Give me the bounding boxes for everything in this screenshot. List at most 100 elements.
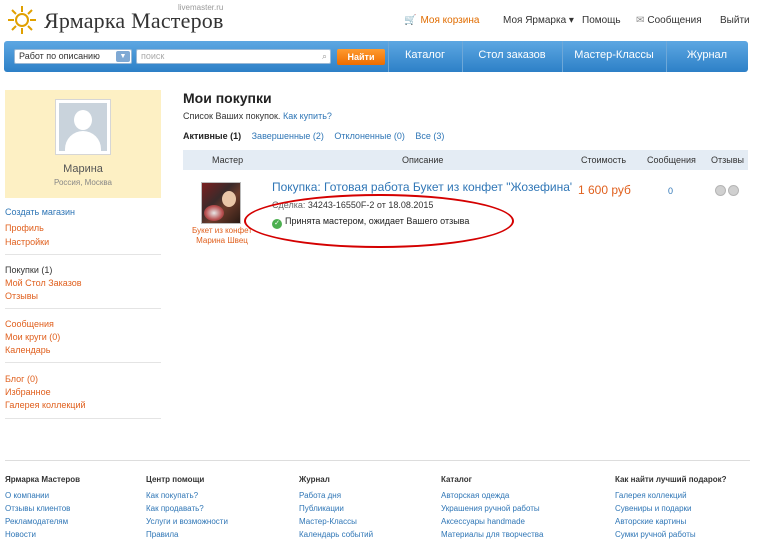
search-navbar: Работ по описанию ▼ поиск ⌕ Найти Каталог … xyxy=(4,41,748,72)
profile-card: Марина Россия, Москва xyxy=(5,90,161,198)
footer-link[interactable]: Публикации xyxy=(299,504,344,513)
sun-logo-icon[interactable] xyxy=(6,4,38,36)
chevron-down-icon: ▼ xyxy=(116,51,130,62)
avatar-body xyxy=(65,131,101,151)
caption-master: Марина Швец xyxy=(196,236,248,245)
sidebar-divider xyxy=(5,254,161,255)
footer-link[interactable]: Материалы для творчества xyxy=(441,530,543,539)
sidebar-item-blog[interactable]: Блог (0) xyxy=(5,374,38,384)
column-description: Описание xyxy=(402,155,444,165)
search-type-select[interactable]: Работ по описанию ▼ xyxy=(14,49,132,64)
footer-col-title: Ярмарка Мастеров xyxy=(5,475,81,484)
footer-col-title: Каталог xyxy=(441,475,472,484)
thumbnail-caption[interactable]: Букет из конфет Марина Швец xyxy=(186,226,258,246)
nav-divider xyxy=(666,41,667,72)
messages-link[interactable]: ✉ Сообщения xyxy=(636,15,702,26)
footer-link[interactable]: Авторские картины xyxy=(615,517,686,526)
avatar[interactable] xyxy=(55,99,111,155)
avatar-head xyxy=(74,110,92,130)
footer-link[interactable]: Услуги и возможности xyxy=(146,517,228,526)
chevron-down-icon: ▾ xyxy=(568,15,574,26)
sidebar-item-circles[interactable]: Мои круги (0) xyxy=(5,332,60,342)
footer-link[interactable]: Сувениры и подарки xyxy=(615,504,692,513)
review-circle-icon[interactable] xyxy=(715,185,726,196)
sidebar-item-purchases[interactable]: Покупки (1) xyxy=(5,265,52,275)
footer-col-title: Журнал xyxy=(299,475,330,484)
nav-catalog[interactable]: Каталог xyxy=(390,41,460,72)
footer-link[interactable]: Правила xyxy=(146,530,178,539)
search-icon: ⌕ xyxy=(321,51,327,61)
my-fair-menu[interactable]: Моя Ярмарка ▾ xyxy=(503,15,574,26)
profile-location: Россия, Москва xyxy=(54,178,112,187)
site-domain: livemaster.ru xyxy=(178,3,224,12)
tab-active[interactable]: Активные (1) xyxy=(183,131,241,141)
nav-divider xyxy=(462,41,463,72)
footer-col-title: Как найти лучший подарок? xyxy=(615,475,727,484)
sidebar-item-favorites[interactable]: Избранное xyxy=(5,387,51,397)
column-master: Мастер xyxy=(212,155,244,165)
cart-link[interactable]: 🛒 Моя корзина xyxy=(404,15,479,26)
master-photo-face xyxy=(222,191,236,207)
profile-name: Марина xyxy=(63,163,103,175)
footer-link[interactable]: О компании xyxy=(5,491,49,500)
footer-divider xyxy=(5,460,750,461)
column-price: Стоимость xyxy=(581,155,627,165)
footer-link[interactable]: Украшения ручной работы xyxy=(441,504,540,513)
footer-link[interactable]: Как продавать? xyxy=(146,504,204,513)
tab-rejected[interactable]: Отклоненные (0) xyxy=(334,131,404,141)
sidebar-item-reviews[interactable]: Отзывы xyxy=(5,291,38,301)
subtitle-text: Список Ваших покупок. xyxy=(183,111,281,121)
footer-link[interactable]: Как покупать? xyxy=(146,491,198,500)
footer-link[interactable]: Календарь событий xyxy=(299,530,373,539)
footer-link[interactable]: Мастер-Классы xyxy=(299,517,357,526)
footer-col-title: Центр помощи xyxy=(146,475,205,484)
product-thumbnail[interactable] xyxy=(201,182,241,224)
bouquet-image xyxy=(204,205,224,221)
envelope-icon: ✉ xyxy=(636,15,645,26)
page-title: Мои покупки xyxy=(183,90,272,106)
search-placeholder: поиск xyxy=(141,51,165,61)
sidebar-item-calendar[interactable]: Календарь xyxy=(5,345,50,355)
sidebar-divider xyxy=(5,308,161,309)
footer-link[interactable]: Сумки ручной работы xyxy=(615,530,696,539)
messages-label: Сообщения xyxy=(647,15,702,26)
sidebar-item-settings[interactable]: Настройки xyxy=(5,237,49,247)
sidebar-item-profile[interactable]: Профиль xyxy=(5,223,44,233)
logout-link[interactable]: Выйти xyxy=(720,15,750,26)
footer-link[interactable]: Рекламодателям xyxy=(5,517,68,526)
nav-journal[interactable]: Журнал xyxy=(668,41,746,72)
search-input[interactable]: поиск ⌕ xyxy=(136,49,331,64)
nav-master-classes[interactable]: Мастер-Классы xyxy=(564,41,664,72)
nav-order-table[interactable]: Стол заказов xyxy=(464,41,560,72)
cart-icon: 🛒 xyxy=(404,15,417,26)
messages-count[interactable]: 0 xyxy=(668,186,673,196)
tab-all[interactable]: Все (3) xyxy=(415,131,444,141)
sidebar-divider xyxy=(5,362,161,363)
tab-completed[interactable]: Завершенные (2) xyxy=(252,131,324,141)
footer-link[interactable]: Отзывы клиентов xyxy=(5,504,70,513)
my-fair-label: Моя Ярмарка xyxy=(503,15,567,26)
footer-link[interactable]: Аксессуары handmade xyxy=(441,517,525,526)
nav-divider xyxy=(388,41,389,72)
footer-link[interactable]: Работа дня xyxy=(299,491,341,500)
purchase-tabs: Активные (1) Завершенные (2) Отклоненные… xyxy=(183,131,452,141)
help-link[interactable]: Помощь xyxy=(582,15,621,26)
annotation-ellipse xyxy=(244,194,514,248)
purchase-title-link[interactable]: Покупка: Готовая работа Букет из конфет … xyxy=(272,180,572,194)
footer-link[interactable]: Авторская одежда xyxy=(441,491,509,500)
column-messages: Сообщения xyxy=(647,155,696,165)
review-circle-icon[interactable] xyxy=(728,185,739,196)
sidebar-item-messages[interactable]: Сообщения xyxy=(5,319,54,329)
column-reviews: Отзывы xyxy=(711,155,744,165)
sidebar-divider xyxy=(5,418,161,419)
how-to-buy-link[interactable]: Как купить? xyxy=(283,111,332,121)
footer-link[interactable]: Новости xyxy=(5,530,36,539)
sidebar-item-create-shop[interactable]: Создать магазин xyxy=(5,207,75,217)
nav-divider xyxy=(562,41,563,72)
footer-link[interactable]: Галерея коллекций xyxy=(615,491,687,500)
search-type-value: Работ по описанию xyxy=(19,51,100,61)
sidebar-item-order-table[interactable]: Мой Стол Заказов xyxy=(5,278,82,288)
sidebar-item-gallery[interactable]: Галерея коллекций xyxy=(5,400,86,410)
find-button[interactable]: Найти xyxy=(337,49,385,65)
price-value: 1 600 руб xyxy=(578,183,631,197)
